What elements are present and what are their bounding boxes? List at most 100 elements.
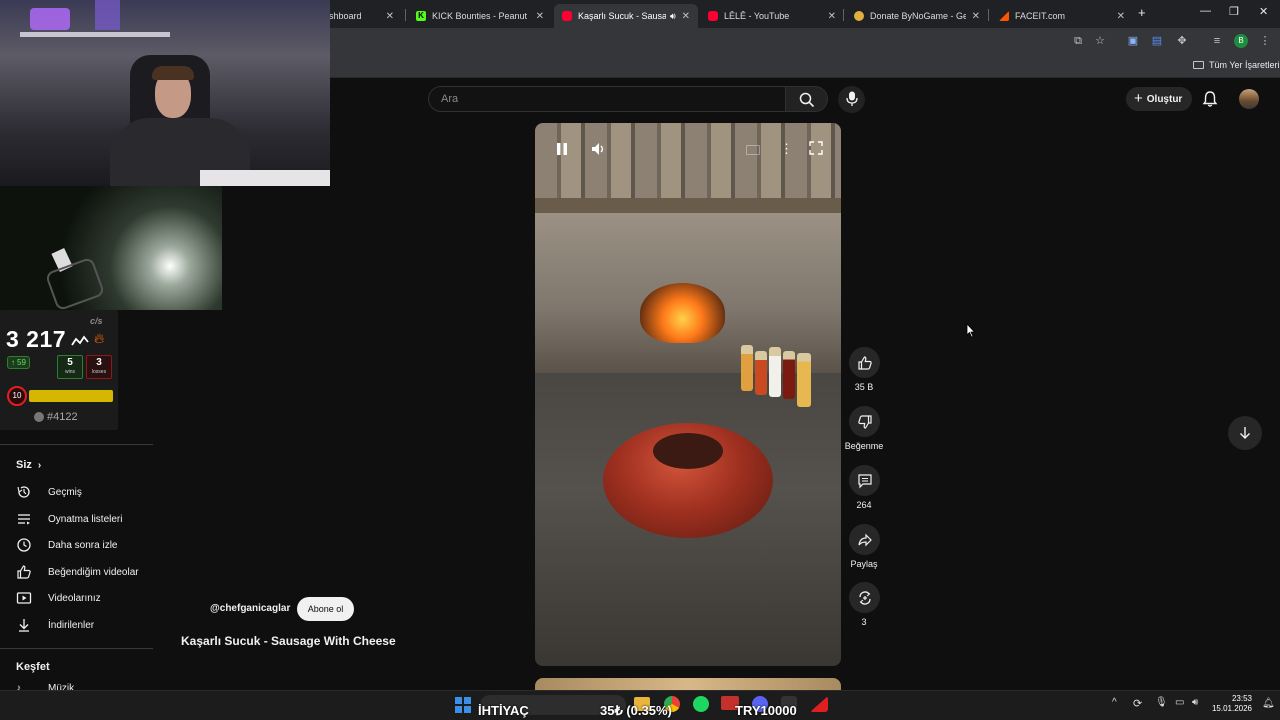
faceit-rank: #4122 — [47, 411, 78, 423]
create-button[interactable]: + Oluştur — [1126, 87, 1192, 111]
maximize-icon[interactable]: ❐ — [1229, 5, 1239, 18]
window-close-icon[interactable]: ✕ — [1259, 5, 1268, 18]
close-icon[interactable]: ✕ — [536, 11, 544, 22]
level-badge: 10 — [7, 386, 27, 406]
short-title[interactable]: Kaşarlı Sucuk - Sausage With Cheese — [181, 634, 396, 648]
losses-box: 3 losses — [86, 355, 112, 379]
remix-button[interactable] — [849, 582, 880, 613]
tab-faceit[interactable]: FACEIT.com ✕ — [991, 4, 1133, 28]
tab-title: LÊLÊ - YouTube — [724, 11, 790, 21]
comment-icon — [857, 473, 872, 488]
speaker-icon[interactable]: 🔊︎ — [670, 11, 676, 22]
search-input[interactable]: Ara — [428, 86, 786, 112]
microphone-tray-icon[interactable]: 🎙︎ — [1155, 697, 1168, 708]
bynogame-favicon-icon — [854, 11, 864, 21]
voice-search-button[interactable] — [838, 86, 865, 113]
webcam-lower-overlay — [0, 186, 222, 312]
short-video-player[interactable]: ⋮ — [535, 123, 841, 666]
sidebar-item-history[interactable]: Geçmiş — [16, 482, 82, 502]
sidebar-item-liked-videos[interactable]: Beğendiğim videolar — [16, 562, 139, 582]
volume-button[interactable] — [591, 142, 607, 161]
clock-date: 15.01.2026 — [1211, 704, 1252, 713]
losses-label: losses — [91, 369, 107, 375]
download-icon — [16, 617, 32, 633]
tab-kick-bounties[interactable]: K KICK Bounties - Peanut Butt ✕ — [408, 4, 552, 28]
dislike-button[interactable] — [849, 406, 880, 437]
sidebar-item-watch-later[interactable]: Daha sonra izle — [16, 535, 117, 555]
tab-title: Donate ByNoGame - Gelen — [870, 11, 966, 21]
tab-kasarli-sucuk[interactable]: Kaşarlı Sucuk - Sausage 🔊︎ ✕ — [554, 4, 698, 28]
minimize-icon[interactable]: — — [1200, 5, 1211, 17]
tab-title: KICK Bounties - Peanut Butt — [432, 11, 530, 21]
extension-icon[interactable]: ▣ — [1126, 34, 1140, 48]
like-icon — [16, 564, 32, 580]
music-icon: ♪ — [16, 683, 21, 690]
profile-avatar[interactable]: B — [1234, 34, 1248, 48]
extensions-puzzle-icon[interactable]: ✥ — [1175, 34, 1189, 48]
next-short-preview[interactable] — [535, 678, 841, 690]
pause-button[interactable] — [555, 142, 569, 156]
close-icon[interactable]: ✕ — [828, 11, 836, 22]
volume-tray-icon[interactable]: 🔊︎ — [1192, 697, 1198, 708]
notifications-bell-icon[interactable] — [1201, 90, 1219, 113]
share-button[interactable] — [849, 524, 880, 555]
fire — [640, 283, 725, 343]
sidebar-item-label: Oynatma listeleri — [48, 513, 123, 525]
spotify-icon[interactable] — [693, 696, 709, 712]
sausage-hole — [653, 433, 723, 469]
captions-icon[interactable] — [746, 145, 760, 155]
like-button[interactable] — [849, 347, 880, 378]
more-options-icon[interactable]: ⋮ — [780, 141, 793, 157]
notification-center-icon[interactable]: 🔔︎ — [1262, 698, 1275, 709]
close-icon[interactable]: ✕ — [1117, 11, 1125, 22]
tab-kick-dashboard[interactable]: Kick Dashboard ✕ — [330, 4, 402, 28]
channel-handle[interactable]: @chefganicaglar — [210, 603, 290, 614]
sidebar-item-label: Videolarınız — [48, 592, 101, 604]
sidebar-item-downloads[interactable]: İndirilenler — [16, 615, 94, 635]
sidebar-you-header[interactable]: Siz › — [16, 459, 41, 471]
all-bookmarks-button[interactable]: Tüm Yer İşaretleri — [1193, 60, 1280, 70]
faceit-elo: 3 217 — [6, 326, 67, 352]
folder-icon — [1193, 61, 1204, 69]
bookmark-star-icon[interactable]: ☆ — [1093, 34, 1107, 48]
clock-icon — [16, 537, 32, 553]
ticker-change: 35₺ (0.35%) — [600, 703, 672, 718]
elo-gain-badge: ↑ 59 — [7, 356, 30, 369]
fullscreen-button[interactable] — [809, 141, 823, 160]
kebab-menu-icon[interactable]: ⋮ — [1258, 34, 1272, 48]
close-icon[interactable]: ✕ — [386, 11, 394, 22]
tab-lele-youtube[interactable]: LÊLÊ - YouTube ✕ — [700, 4, 844, 28]
sidebar-item-music[interactable]: ♪ Müzik — [16, 683, 74, 690]
wins-label: wins — [64, 369, 75, 375]
next-short-button[interactable] — [1228, 416, 1262, 450]
subscribe-button[interactable]: Abone ol — [297, 597, 354, 621]
tab-donate-bynogame[interactable]: Donate ByNoGame - Gelen ✕ — [846, 4, 988, 28]
new-tab-icon[interactable]: + — [1138, 5, 1146, 20]
close-icon[interactable]: ✕ — [682, 11, 690, 22]
install-app-icon[interactable]: ⧉ — [1071, 34, 1085, 48]
chevron-up-icon[interactable]: ^ — [1112, 697, 1117, 708]
sidebar-item-your-videos[interactable]: Videolarınız — [16, 588, 101, 608]
sync-icon[interactable]: ⟳ — [1133, 697, 1142, 710]
sidebar-item-label: Beğendiğim videolar — [48, 566, 139, 578]
comments-button[interactable] — [849, 465, 880, 496]
sidebar-item-label: İndirilenler — [48, 619, 95, 631]
avatar[interactable] — [1239, 89, 1259, 109]
sidebar-item-label: Müzik — [48, 683, 75, 690]
kick-favicon-icon: K — [416, 11, 426, 21]
windows-start-icon[interactable] — [455, 697, 471, 713]
search-button[interactable] — [786, 86, 828, 112]
clock[interactable]: 23:53 15.01.2026 — [1210, 694, 1252, 714]
arrow-down-icon — [1240, 427, 1250, 439]
tab-title: FACEIT.com — [1015, 11, 1066, 21]
arrow-up-icon: ↑ — [11, 358, 15, 367]
video-icon — [16, 590, 32, 606]
spice-jar — [755, 351, 767, 395]
close-icon[interactable]: ✕ — [972, 11, 980, 22]
sidebar-divider — [0, 444, 153, 445]
extension-icon[interactable]: ▤ — [1150, 34, 1164, 48]
spice-jar — [797, 353, 811, 407]
media-control-icon[interactable]: ≡ — [1210, 34, 1224, 48]
sidebar-item-playlists[interactable]: Oynatma listeleri — [16, 509, 122, 529]
network-icon[interactable]: ▭ — [1175, 697, 1184, 708]
